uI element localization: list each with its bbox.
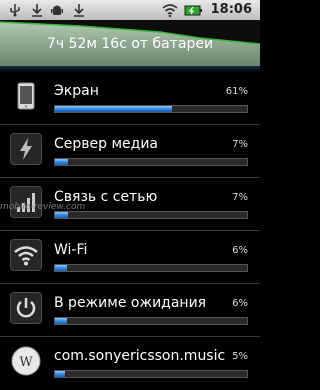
download-icon (74, 4, 84, 17)
usage-bar (54, 370, 248, 378)
power-icon (10, 292, 42, 324)
download-icon (32, 4, 42, 17)
wifi-icon (10, 239, 42, 271)
usage-bar-fill (55, 371, 65, 377)
lightning-icon (10, 133, 42, 165)
usage-percent: 6% (232, 245, 248, 256)
usage-percent: 6% (232, 298, 248, 309)
usage-label: Wi-Fi (54, 242, 88, 258)
usage-item-media-server[interactable]: Сервер медиа 7% (0, 125, 260, 178)
usage-item-wifi[interactable]: Wi-Fi 6% (0, 231, 260, 284)
usage-label: Экран (54, 83, 99, 99)
usage-bar (54, 211, 248, 219)
usage-bar (54, 264, 248, 272)
usage-label: com.sonyericsson.music (54, 348, 226, 364)
usage-percent: 7% (232, 192, 248, 203)
status-time: 18:06 (210, 2, 252, 17)
usage-bar-fill (55, 212, 69, 218)
usage-bar-fill (55, 265, 67, 271)
usage-percent: 61% (225, 86, 248, 97)
usage-item-screen[interactable]: Экран 61% (0, 72, 260, 125)
battery-icon (184, 5, 202, 16)
usage-bar (54, 158, 248, 166)
svg-text:W: W (19, 355, 33, 370)
usage-label: В режиме ожидания (54, 295, 207, 311)
watermark: mobile-review.com (0, 202, 86, 212)
usage-item-music-app[interactable]: W com.sonyericsson.music 5% (0, 337, 260, 389)
android-icon (51, 5, 63, 15)
usage-item-standby[interactable]: В режиме ожидания 6% (0, 284, 260, 337)
usage-bar (54, 317, 248, 325)
usage-bar (54, 105, 248, 113)
usage-percent: 5% (232, 351, 248, 362)
status-bar: 18:06 (0, 0, 260, 20)
battery-summary: 7ч 52м 16с от батареи (46, 36, 214, 52)
usage-bar-fill (55, 106, 173, 112)
usage-bar-fill (55, 159, 69, 165)
screen-icon (17, 82, 35, 110)
usage-bar-fill (55, 318, 67, 324)
usb-debug-icon (10, 4, 20, 17)
wikipedia-icon: W (11, 346, 41, 376)
usage-percent: 7% (232, 139, 248, 150)
usage-label: Сервер медиа (54, 136, 159, 152)
usage-list: Экран 61% Сервер медиа 7% Связь с сетью … (0, 72, 260, 389)
wifi-icon (162, 4, 178, 17)
